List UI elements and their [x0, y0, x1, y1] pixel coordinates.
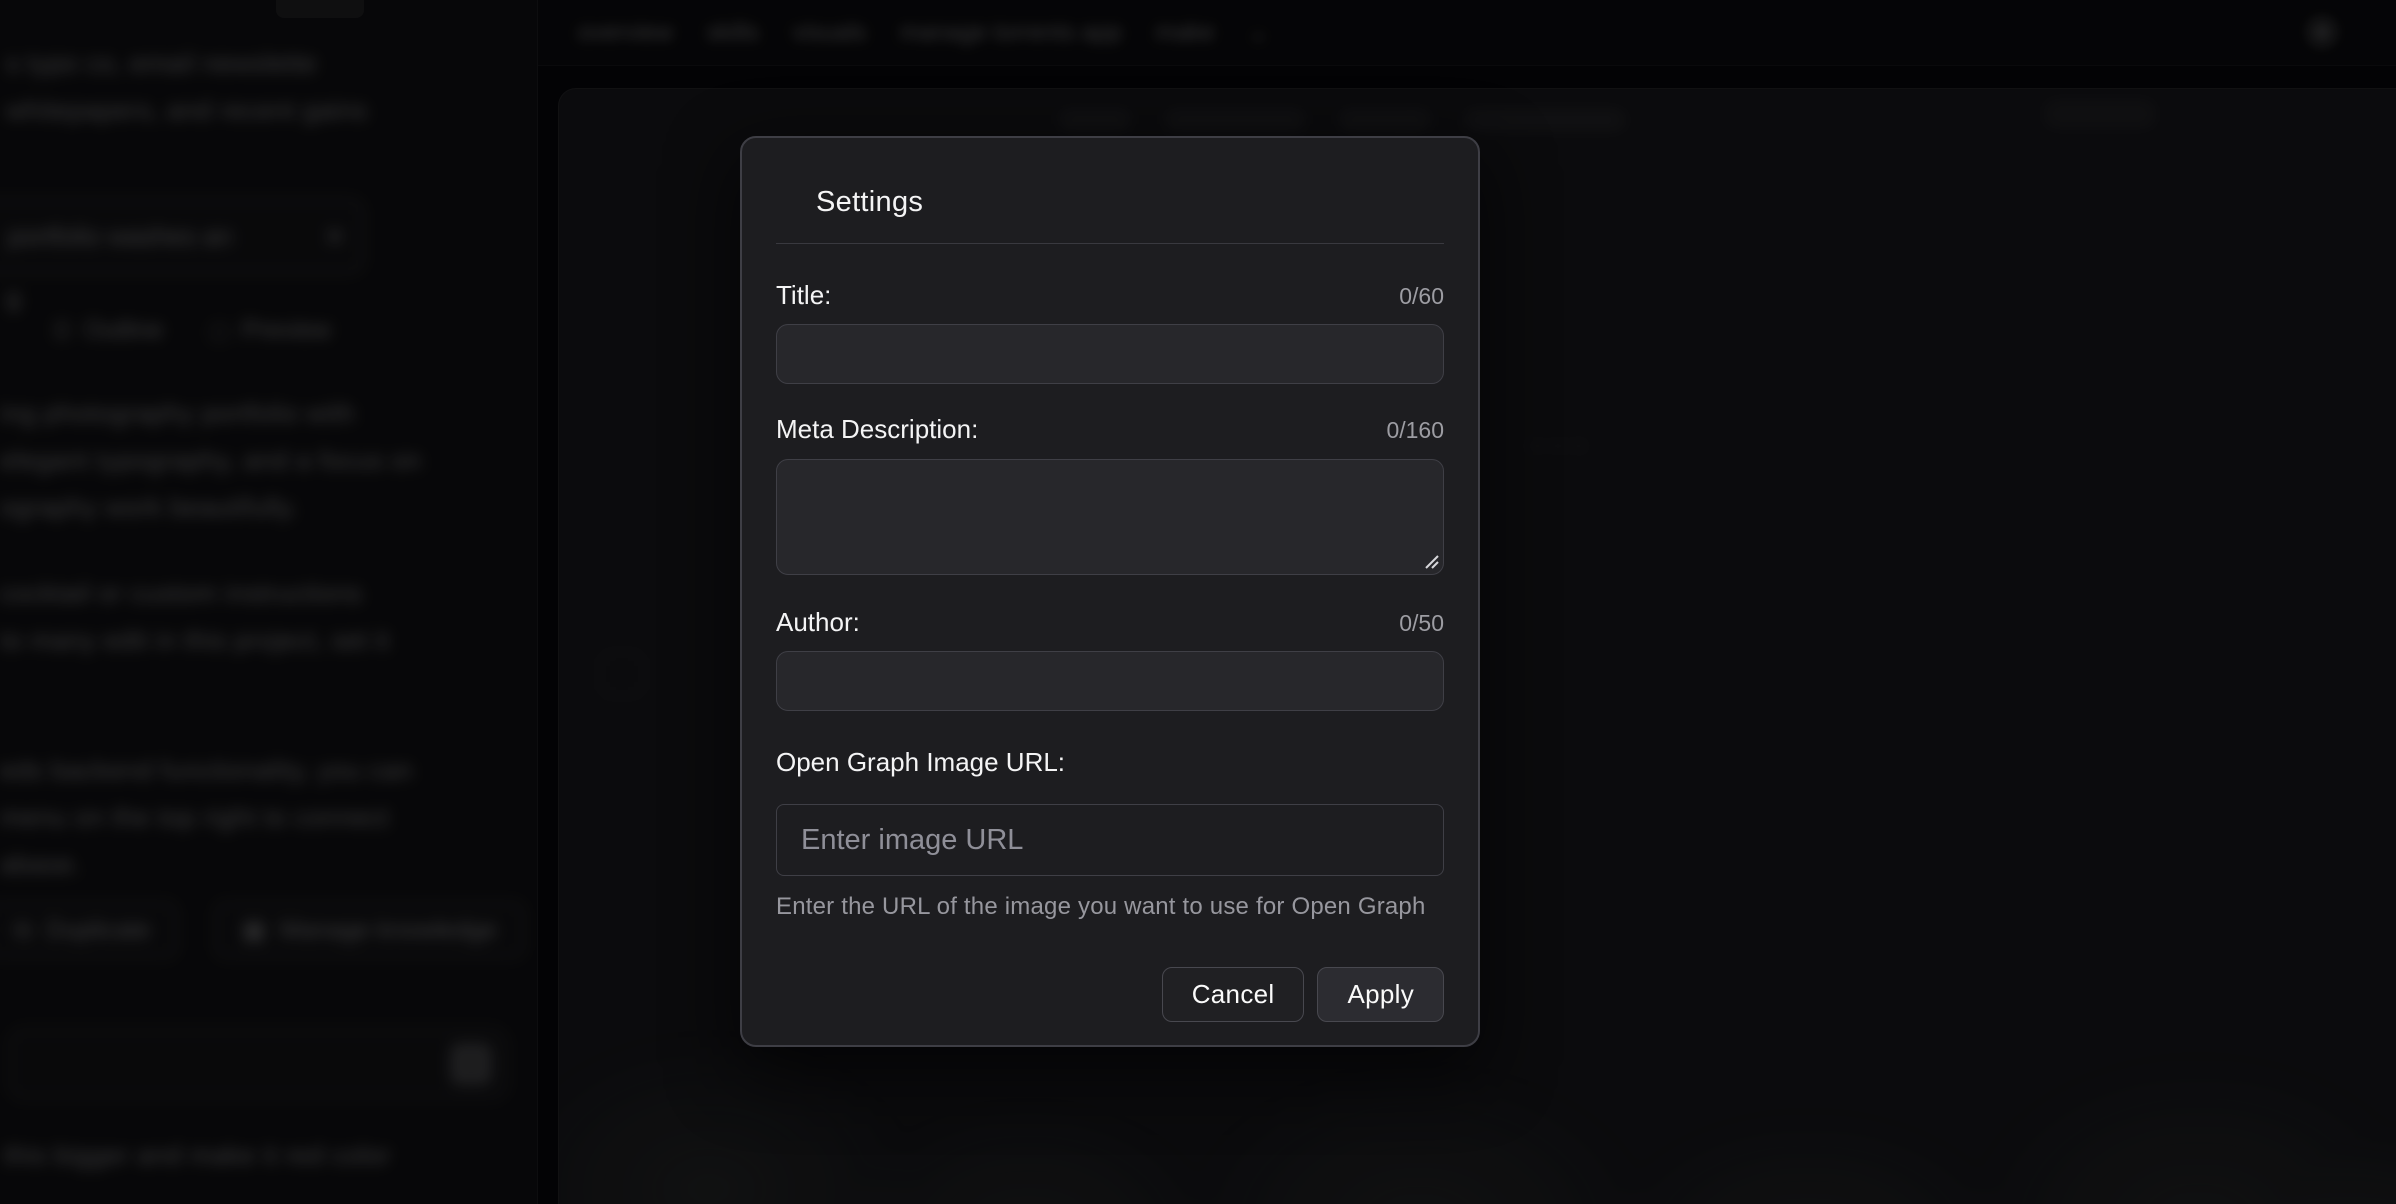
author-input[interactable] [776, 651, 1444, 711]
dialog-divider [776, 243, 1444, 244]
title-label: Title: [776, 280, 831, 311]
meta-description-label: Meta Description: [776, 414, 978, 445]
meta-description-textarea[interactable] [776, 459, 1444, 575]
resize-handle-icon[interactable] [1421, 551, 1439, 569]
author-label: Author: [776, 607, 860, 638]
title-input[interactable] [776, 324, 1444, 384]
og-image-url-label: Open Graph Image URL: [776, 747, 1065, 778]
meta-description-counter: 0/160 [1386, 417, 1444, 444]
apply-button[interactable]: Apply [1317, 967, 1444, 1022]
settings-dialog: Settings Title: 0/60 Meta Description: 0… [740, 136, 1480, 1047]
cancel-button[interactable]: Cancel [1162, 967, 1305, 1022]
og-image-url-input[interactable] [776, 804, 1444, 876]
author-counter: 0/50 [1399, 610, 1444, 637]
og-image-url-help: Enter the URL of the image you want to u… [776, 893, 1444, 921]
dialog-title: Settings [816, 186, 1444, 219]
title-counter: 0/60 [1399, 283, 1444, 310]
